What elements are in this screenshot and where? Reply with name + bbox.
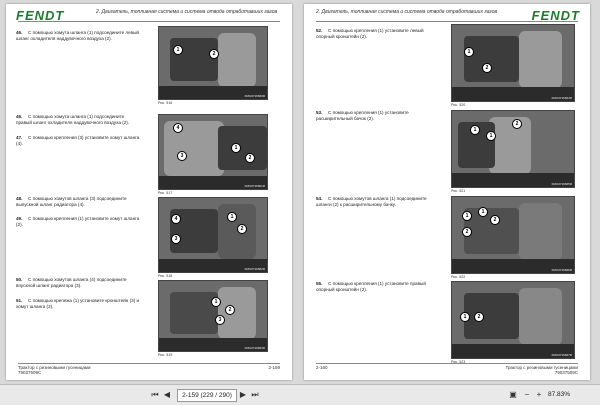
page-number-input[interactable]: 2-159 (229 / 290) [177,389,237,402]
footer-divider [18,363,280,364]
step-text: 55. С помощью крепления (1) установите пр… [316,281,426,292]
header-divider [18,21,280,22]
page-number: 2-159 [268,365,280,370]
figure-image: 4 3 1 2 FMU0716661R [158,114,268,190]
footer-title: Трактор с резиновыми гусеницами 79037509C [18,365,91,375]
first-page-icon[interactable]: ⏮ [150,389,160,401]
figure-caption: Рис. 522 [451,275,466,279]
left-page: FENDT 2. Двигатель, топливная система и … [6,4,292,380]
step-text: 53. С помощью крепления (1) установите ра… [316,110,409,121]
figure-image: 1 2 FMU0716660R [158,26,268,100]
viewer-toolbar: ⏮ ◀ 2-159 (229 / 290) ▶ ⏭ ▣ − + 87.83% [0,384,600,405]
prev-page-icon[interactable]: ◀ [162,389,172,401]
step-text: 52. С помощью крепления (1) установите ле… [316,28,424,39]
figure-image: 1 2 1 2 FMU0716666R [451,196,575,274]
figure-caption: Рис. 516 [158,101,173,105]
figure-caption: Рис. 521 [451,189,466,193]
figure-caption: Рис. 520 [451,103,466,107]
step-text: 51. С помощью крепежа (1) установите крон… [16,298,140,309]
figure-caption: Рис. 519 [158,353,173,357]
figure-image: 1 2 3 FMU0716663R [158,280,268,352]
step-text: 48. С помощью хомутов шланга (3) подсоеди… [16,196,127,207]
step-text: 47. С помощью крепления (3) установите хо… [16,135,140,146]
step-text: 46. С помощью хомута шланга (1) подсоедин… [16,114,130,125]
page-header: 2. Двигатель, топливная система и систем… [316,9,498,15]
fit-page-icon[interactable]: ▣ [508,389,518,401]
figure-image: 1 1 2 FMU0716665R [451,110,575,188]
figure-image: 4 3 1 2 FMU0716662R [158,197,268,273]
zoom-in-icon[interactable]: + [534,389,544,401]
step-text: 49. С помощью крепления (1) установите хо… [16,216,140,227]
footer-divider [316,363,578,364]
step-text: 50. С помощью хомутов шланга (4) подсоеди… [16,277,127,288]
figure-caption: Рис. 518 [158,274,173,278]
right-page: 2. Двигатель, топливная система и систем… [304,4,590,380]
zoom-out-icon[interactable]: − [522,389,532,401]
last-page-icon[interactable]: ⏭ [250,389,260,401]
figure-image: 1 2 FMU0716667R [451,281,575,359]
step-text: 54. С помощью хомутов шланга (1) подсоеди… [316,196,427,207]
page-number: 2-160 [316,365,328,370]
header-divider [316,21,578,22]
zoom-level[interactable]: 87.83% [548,389,570,401]
footer-title: Трактор с резиновыми гусеницами 79037509C [505,365,578,375]
figure-caption: Рис. 517 [158,191,173,195]
step-text: 46. С помощью хомута шланга (1) подсоедин… [16,30,139,41]
figure-image: 1 2 FMU0716664R [451,24,575,102]
next-page-icon[interactable]: ▶ [238,389,248,401]
page-header: 2. Двигатель, топливная система и систем… [96,9,278,15]
